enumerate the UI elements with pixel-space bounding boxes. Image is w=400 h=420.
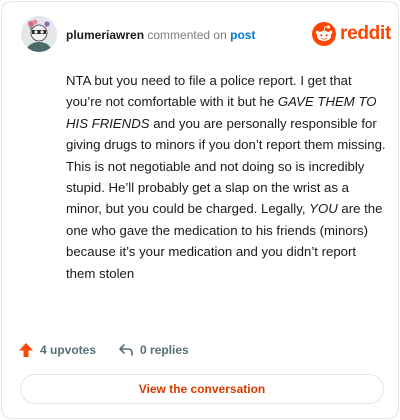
- reply-arrow-icon: [119, 344, 133, 356]
- comment-header: plumeriawren commented on post reddit: [2, 2, 398, 64]
- action-text: commented on: [147, 28, 227, 42]
- view-conversation-button[interactable]: View the conversation: [20, 374, 384, 404]
- user-avatar[interactable]: [21, 16, 57, 52]
- avatar-illustration-icon: [21, 16, 57, 52]
- upvote-arrow-icon: [19, 343, 33, 357]
- post-link[interactable]: post: [230, 28, 255, 42]
- reply-button[interactable]: 0 replies: [118, 342, 189, 358]
- comment-card: plumeriawren commented on post reddit NT…: [1, 1, 399, 419]
- comment-body-emphasis: YOU: [309, 201, 338, 217]
- upvote-count: 4 upvotes: [40, 343, 97, 357]
- username-link[interactable]: plumeriawren: [66, 28, 144, 42]
- reply-count: 0 replies: [140, 343, 189, 357]
- upvote-button[interactable]: 4 upvotes: [18, 342, 96, 358]
- reddit-logo[interactable]: reddit: [312, 22, 391, 46]
- comment-actions: 4 upvotes 0 replies: [18, 340, 189, 360]
- reddit-alien-icon: [312, 22, 336, 46]
- reddit-wordmark: reddit: [340, 23, 391, 44]
- comment-body: NTA but you need to file a police report…: [66, 70, 386, 284]
- comment-meta: plumeriawren commented on post: [66, 28, 255, 42]
